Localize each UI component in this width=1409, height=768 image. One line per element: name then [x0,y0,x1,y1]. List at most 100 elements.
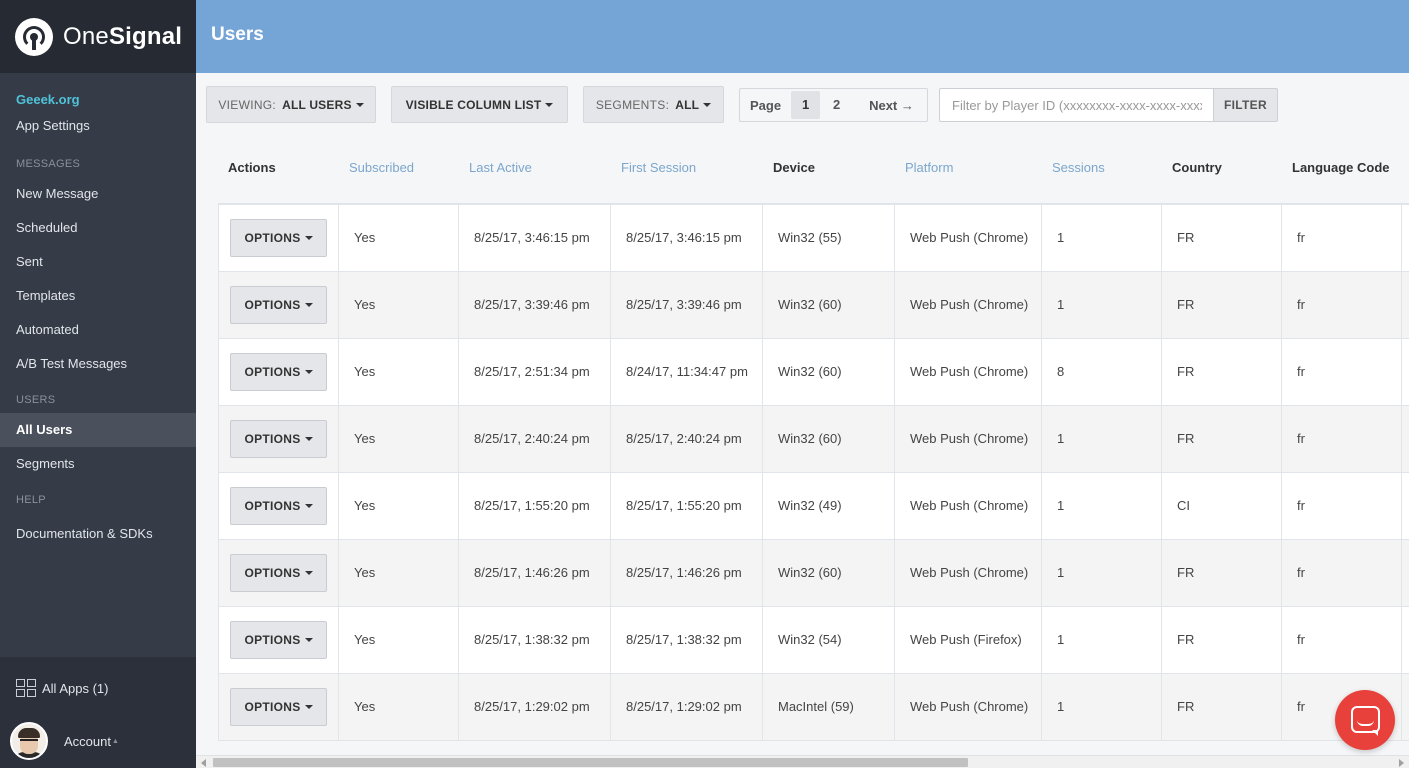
column-header-platform[interactable]: Platform [905,140,953,203]
last-active-cell: 8/25/17, 1:55:20 pm [459,473,611,540]
options-label: OPTIONS [244,432,301,446]
avatar [10,722,48,760]
platform-cell: Web Push (Firefox) [895,607,1042,674]
sidebar-section-users: USERS [16,394,56,406]
all-apps-label: All Apps (1) [42,680,109,696]
device-cell: MacIntel (59) [763,674,895,741]
sidebar-item-scheduled[interactable]: Scheduled [0,211,196,245]
sidebar-item-templates[interactable]: Templates [0,279,196,313]
country-cell: FR [1162,406,1282,473]
caret-down-icon [304,638,313,642]
column-header-last-active[interactable]: Last Active [469,140,532,203]
subscribed-cell: Yes [339,339,459,406]
country-cell: FR [1162,339,1282,406]
country-cell: CI [1162,473,1282,540]
first-session-cell: 8/25/17, 1:38:32 pm [611,607,763,674]
actions-cell: OPTIONS [219,406,339,473]
table-row: OPTIONS Yes 8/25/17, 1:46:26 pm 8/25/17, 1:… [219,540,1409,607]
options-label: OPTIONS [244,499,301,513]
table-row: OPTIONS Yes 8/25/17, 1:38:32 pm 8/25/17, 1:… [219,607,1409,674]
scrollbar-thumb[interactable] [213,758,968,767]
scroll-left-icon[interactable] [201,759,206,767]
first-session-cell: 8/25/17, 1:55:20 pm [611,473,763,540]
page-2-button[interactable]: 2 [822,91,851,119]
player-id-filter-input[interactable] [939,88,1214,122]
first-session-cell: 8/25/17, 2:40:24 pm [611,406,763,473]
scroll-right-icon[interactable] [1399,759,1404,767]
first-session-cell: 8/25/17, 1:46:26 pm [611,540,763,607]
horizontal-scrollbar[interactable] [196,755,1409,768]
brand-name: OneSignal [63,22,183,50]
first-session-cell: 8/25/17, 1:29:02 pm [611,674,763,741]
sidebar-item-new-message[interactable]: New Message [0,177,196,211]
users-table: Actions Subscribed Last Active First Ses… [196,140,1409,755]
column-header-subscribed[interactable]: Subscribed [349,140,414,203]
subscribed-cell: Yes [339,205,459,272]
subscribed-cell: Yes [339,674,459,741]
viewing-dropdown[interactable]: VIEWING: ALL USERS [206,86,376,123]
viewing-value: ALL USERS [282,97,352,112]
segments-dropdown[interactable]: SEGMENTS: ALL [583,86,724,123]
sidebar-item-app-settings[interactable]: App Settings [0,109,196,143]
sessions-cell: 8 [1042,339,1162,406]
language-code-cell: fr [1282,473,1402,540]
actions-cell: OPTIONS [219,540,339,607]
sidebar-app-name[interactable]: Geeek.org [0,91,196,109]
caret-up-icon: ▲ [111,737,119,745]
column-header-country: Country [1172,160,1222,175]
options-label: OPTIONS [244,700,301,714]
page-1-button[interactable]: 1 [791,91,821,119]
table-row: OPTIONS Yes 8/25/17, 1:29:02 pm 8/25/17, 1:… [219,674,1409,741]
all-apps-link[interactable]: All Apps (1) [16,679,108,697]
country-cell: FR [1162,272,1282,339]
sessions-cell: 1 [1042,607,1162,674]
account-label: Account [64,733,111,749]
options-button[interactable]: OPTIONS [230,554,327,592]
table-row: OPTIONS Yes 8/25/17, 2:51:34 pm 8/24/17, 11… [219,339,1409,406]
sidebar-nav: Geeek.org App Settings MESSAGES New Mess… [0,73,196,551]
caret-down-icon [304,504,313,508]
table-row: OPTIONS Yes 8/25/17, 1:55:20 pm 8/25/17, 1:… [219,473,1409,540]
actions-cell: OPTIONS [219,205,339,272]
column-header-sessions[interactable]: Sessions [1052,140,1105,203]
options-button[interactable]: OPTIONS [230,621,327,659]
actions-cell: OPTIONS [219,473,339,540]
page-label: Page [750,97,782,113]
segments-value: ALL [675,97,700,112]
options-label: OPTIONS [244,566,301,580]
caret-down-icon [355,102,364,107]
options-button[interactable]: OPTIONS [230,286,327,324]
logo[interactable]: OneSignal [0,0,196,73]
country-cell: FR [1162,205,1282,272]
sidebar-item-sent[interactable]: Sent [0,245,196,279]
visible-column-list-dropdown[interactable]: VISIBLE COLUMN LIST [391,86,568,123]
options-button[interactable]: OPTIONS [230,219,327,257]
next-page-button[interactable]: Next → [851,98,927,113]
platform-cell: Web Push (Chrome) [895,205,1042,272]
filter-button[interactable]: FILTER [1213,88,1278,122]
column-header-first-session[interactable]: First Session [621,140,696,203]
options-button[interactable]: OPTIONS [230,688,327,726]
sidebar-item-segments[interactable]: Segments [0,447,196,481]
table-row: OPTIONS Yes 8/25/17, 3:46:15 pm 8/25/17, 3:… [219,205,1409,272]
sidebar-item-ab-test-messages[interactable]: A/B Test Messages [0,347,196,381]
sidebar-item-documentation[interactable]: Documentation & SDKs [0,517,196,551]
options-button[interactable]: OPTIONS [230,487,327,525]
options-button[interactable]: OPTIONS [230,420,327,458]
sidebar-item-all-users[interactable]: All Users [0,413,196,447]
onesignal-logo-icon [15,17,53,56]
options-button[interactable]: OPTIONS [230,353,327,391]
sidebar-item-automated[interactable]: Automated [0,313,196,347]
chat-launcher-button[interactable] [1335,690,1395,750]
visible-column-list-label: VISIBLE COLUMN LIST [405,97,542,112]
device-cell: Win32 (60) [763,540,895,607]
actions-cell: OPTIONS [219,607,339,674]
language-code-cell: fr [1282,339,1402,406]
first-session-cell: 8/25/17, 3:39:46 pm [611,272,763,339]
account-menu[interactable]: Account ▲ [10,722,119,760]
platform-cell: Web Push (Chrome) [895,272,1042,339]
country-cell: FR [1162,674,1282,741]
subscribed-cell: Yes [339,473,459,540]
table-row: OPTIONS Yes 8/25/17, 2:40:24 pm 8/25/17, 2:… [219,406,1409,473]
caret-down-icon [545,102,554,107]
